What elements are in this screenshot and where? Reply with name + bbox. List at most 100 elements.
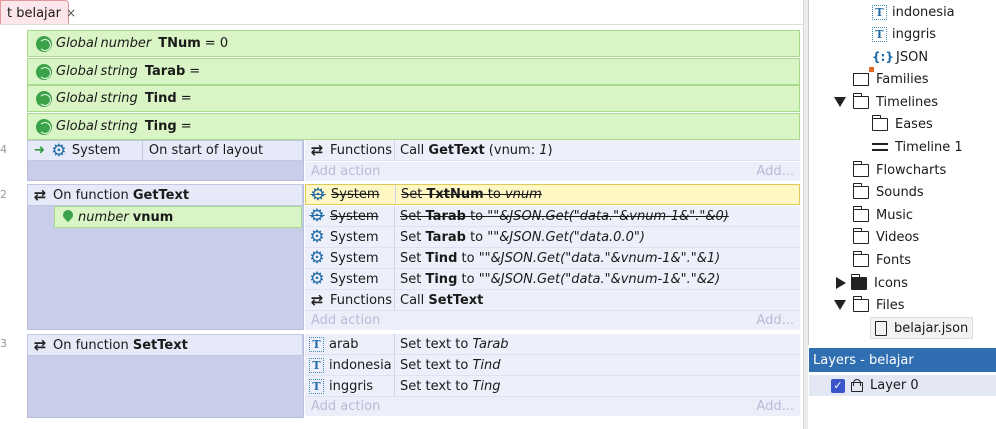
expand-down-icon[interactable] [834,300,846,310]
global-var-ting[interactable]: Global string Ting = [27,113,800,140]
add-more-label[interactable]: Add... [756,399,794,414]
condition-start-of-layout[interactable]: ➜ ⚙ System On start of layout [27,140,303,161]
tree-item-icons[interactable]: Icons [834,273,908,293]
file-icon [875,320,887,336]
function-icon: ⇄ [310,291,324,309]
var-name: Ting [144,119,177,134]
layer-row-layer0[interactable]: ✓ Layer 0 [809,375,996,396]
param-name: vnum [132,209,174,225]
var-scope: Global [56,119,98,134]
text-object-icon: T [872,4,887,20]
global-var-tind[interactable]: Global string Tind = [27,85,800,112]
action-text: Call GetText (vnum: 1) [400,142,553,158]
tab-belajar[interactable]: t belajar × [0,0,76,25]
text-object-icon: T [309,357,324,373]
action-object: Functions [330,142,393,158]
tree-item-eases[interactable]: Eases [871,114,933,134]
add-more-label[interactable]: Add... [756,313,794,328]
function-name: GetText [132,187,190,203]
json-icon: {:} [872,50,894,64]
action-set-text-arab[interactable]: Tarab Set text to Tarab [305,334,800,355]
folder-icon [852,92,869,109]
add-more-label[interactable]: Add... [756,164,794,179]
tree-item-sounds[interactable]: Sounds [852,182,924,202]
folder-icon [871,114,888,131]
var-value: = [189,64,201,79]
folder-icon [852,250,869,267]
close-icon[interactable]: × [66,6,76,20]
var-name: Tarab [144,64,186,79]
event-number: 3 [0,337,7,350]
var-scope: Global [56,36,98,51]
location-pin-icon [63,210,73,224]
condition-on-function-gettext[interactable]: ⇄ On function GetText [27,184,303,206]
var-type: string [100,119,138,134]
action-set-txtnum[interactable]: ⚙ System Set TxtNum to vnum [305,184,800,205]
action-call-gettext[interactable]: ⇄ Functions Call GetText (vnum: 1) [305,140,800,161]
globe-icon [36,118,52,135]
layers-panel-header: Layers - belajar [809,348,996,372]
folder-icon [850,273,867,290]
gear-icon: ⚙ [309,227,325,247]
action-set-tarab[interactable]: ⚙ System Set Tarab to ""&JSON.Get("data.0… [305,227,800,248]
add-action-label: Add action [311,399,381,414]
condition-object: System [71,143,121,158]
tree-item-files[interactable]: Files [834,295,905,315]
add-action-label: Add action [311,313,381,328]
expand-right-icon[interactable] [836,277,846,289]
var-scope: Global [56,91,98,106]
var-scope: Global [56,64,98,79]
var-value: = [180,91,192,106]
add-action-button[interactable]: Add action Add... [305,397,800,416]
condition-text: On function [53,337,133,353]
folder-icon [852,182,869,199]
global-var-tarab[interactable]: Global string Tarab = [27,58,800,85]
action-set-tarab-disabled[interactable]: ⚙ System Set Tarab to ""&JSON.Get("data."… [305,206,800,227]
condition-text: On function [53,187,133,203]
function-icon: ⇄ [33,186,47,204]
tree-item-timeline-1[interactable]: Timeline 1 [872,137,963,157]
text-object-icon: T [872,26,887,42]
var-value: = [180,119,192,134]
action-set-text-indonesia[interactable]: Tindonesia Set text to Tind [305,355,800,376]
var-type: string [100,64,138,79]
text-object-icon: T [309,378,324,394]
tree-item-music[interactable]: Music [852,205,913,225]
condition-on-function-settext[interactable]: ⇄ On function SetText [27,334,303,356]
function-name: SetText [132,337,188,353]
action-set-tind[interactable]: ⚙ System Set Tind to ""&JSON.Get("data."&… [305,248,800,269]
action-set-text-inggris[interactable]: Tinggris Set text to Ting [305,376,800,397]
action-set-ting[interactable]: ⚙ System Set Ting to ""&JSON.Get("data."&… [305,269,800,290]
timeline-icon [872,140,888,154]
globe-icon [36,35,52,52]
add-action-button[interactable]: Add action Add... [305,162,800,181]
folder-icon [852,295,869,312]
tree-item-inggris[interactable]: Tinggris [872,24,936,44]
action-call-settext[interactable]: ⇄ Functions Call SetText [305,290,800,311]
tree-item-belajar-json[interactable]: belajar.json [870,317,974,339]
visibility-checkbox[interactable]: ✓ [831,378,845,393]
trigger-arrow-icon: ➜ [34,143,45,158]
lock-icon[interactable] [850,379,863,392]
param-vnum[interactable]: number vnum [54,206,302,228]
tree-item-families[interactable]: Families [853,66,929,89]
tree-item-timelines[interactable]: Timelines [834,92,938,112]
folder-icon [852,205,869,222]
condition-text: On start of layout [141,141,263,160]
global-var-tnum[interactable]: Global number TNum = 0 [27,30,800,57]
tree-item-indonesia[interactable]: Tindonesia [872,2,955,22]
add-action-button[interactable]: Add action Add... [305,311,800,330]
tree-item-fonts[interactable]: Fonts [852,250,911,270]
var-name: Tind [144,91,177,106]
var-name: TNum [158,36,201,51]
tree-item-json[interactable]: {:} JSON [872,47,928,67]
var-type: string [100,91,138,106]
gear-icon: ⚙ [309,248,325,268]
expand-down-icon[interactable] [834,97,846,107]
var-type: number [100,36,152,51]
gear-icon: ⚙ [310,184,326,205]
text-object-icon: T [309,336,324,352]
folder-icon [852,160,869,177]
tree-item-flowcharts[interactable]: Flowcharts [852,160,946,180]
tree-item-videos[interactable]: Videos [852,227,919,247]
